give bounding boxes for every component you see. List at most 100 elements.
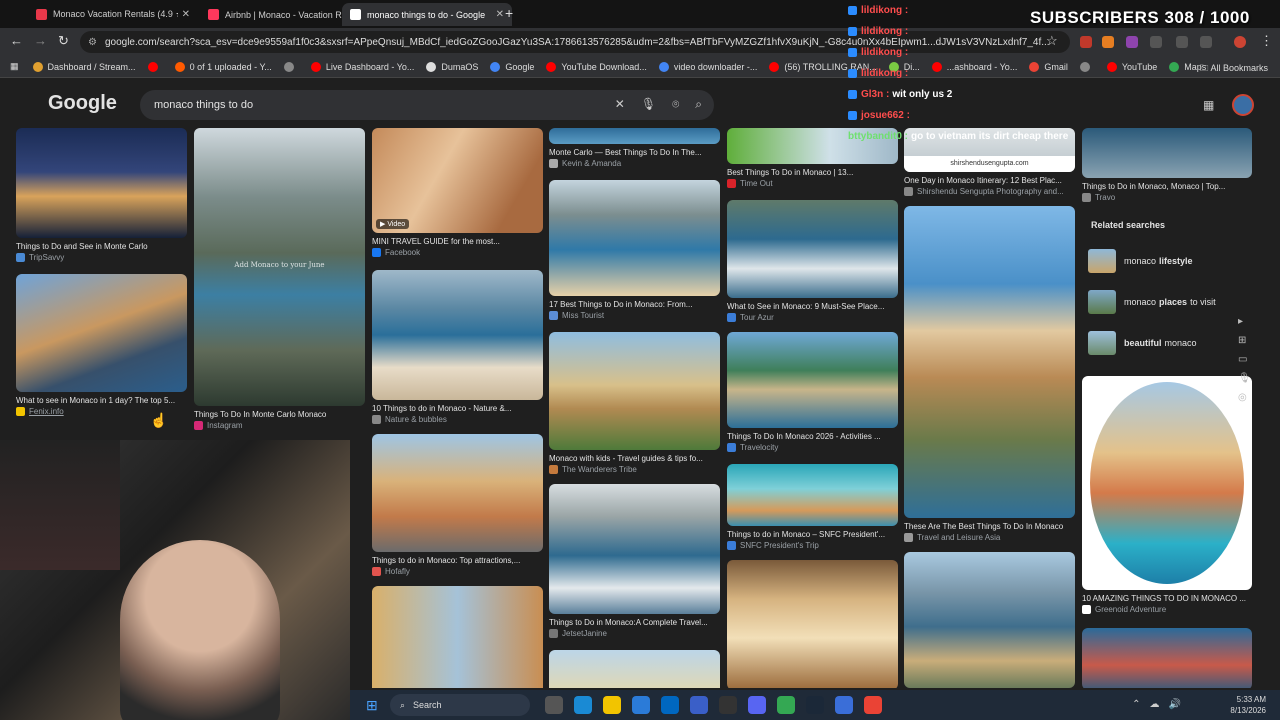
image-result[interactable]: These Are The Best Things To Do In Monac… xyxy=(904,206,1075,542)
camera-lens-icon[interactable]: ⌾ xyxy=(672,97,679,112)
close-icon[interactable]: ✕ xyxy=(182,9,190,20)
new-tab-button[interactable]: + xyxy=(505,5,513,21)
tab-google-search[interactable]: monaco things to do - Google ✕ xyxy=(342,3,512,26)
image-result[interactable]: 17 Best Things to Do in Monaco: From... … xyxy=(549,180,720,320)
image-result[interactable]: Monte Carlo — Best Things To Do In The..… xyxy=(549,128,720,168)
image-result[interactable] xyxy=(549,650,720,688)
google-logo[interactable]: Google xyxy=(48,92,117,115)
apps-grid-icon[interactable]: ▦ xyxy=(10,61,19,72)
bookmark-item[interactable] xyxy=(147,61,163,72)
image-result[interactable]: Add Monaco to your June Things To Do In … xyxy=(194,128,365,430)
chat-icon[interactable]: ▭ xyxy=(1238,354,1251,365)
result-title: MINI TRAVEL GUIDE for the most... xyxy=(372,237,500,246)
search-icon: ⌕ xyxy=(400,699,406,710)
app-icon[interactable] xyxy=(690,696,708,714)
result-source[interactable]: Time Out xyxy=(727,179,898,188)
steam-icon[interactable] xyxy=(806,696,824,714)
result-source[interactable]: Hofafly xyxy=(372,567,543,576)
image-result[interactable]: Things to Do and See in Monte Carlo Trip… xyxy=(16,128,187,262)
related-search-item[interactable]: monaco lifestyle xyxy=(1082,240,1252,281)
image-result[interactable] xyxy=(1082,628,1252,688)
search-input[interactable]: monaco things to do ✕ 🎙 ⌾ ⌕ xyxy=(140,90,714,120)
image-result[interactable]: What to see in Monaco in 1 day? The top … xyxy=(16,274,187,416)
forward-icon[interactable]: → xyxy=(34,33,47,48)
lens-icon[interactable]: ◎ xyxy=(1238,392,1251,403)
result-source[interactable]: Miss Tourist xyxy=(549,311,720,320)
source-favicon-icon xyxy=(727,179,736,188)
image-result[interactable]: Things To Do In Monaco 2026 - Activities… xyxy=(727,332,898,452)
image-result[interactable]: Monaco with kids - Travel guides & tips … xyxy=(549,332,720,474)
image-result[interactable]: Things to do in Monaco: Top attractions,… xyxy=(372,434,543,576)
result-source[interactable]: Nature & bubbles xyxy=(372,415,543,424)
account-avatar[interactable] xyxy=(1232,94,1254,116)
back-icon[interactable]: ← xyxy=(10,33,23,48)
image-result[interactable]: ▶ Video MINI TRAVEL GUIDE for the most..… xyxy=(372,128,543,257)
result-source[interactable]: The Wanderers Tribe xyxy=(549,465,720,474)
bookmark-item[interactable]: Google xyxy=(490,61,534,72)
result-source[interactable]: Travelocity xyxy=(727,443,898,452)
bookmark-item[interactable]: Live Dashboard - Yo... xyxy=(310,61,414,72)
search-icon[interactable]: ⌕ xyxy=(695,97,702,112)
result-source[interactable]: Shirshendu Sengupta Photography and... xyxy=(904,187,1075,196)
bookmark-item[interactable] xyxy=(283,61,299,72)
bookmark-item[interactable]: video downloader -... xyxy=(658,61,757,72)
result-source[interactable]: Kevin & Amanda xyxy=(549,159,720,168)
obs-icon[interactable] xyxy=(719,696,737,714)
profile-avatar-icon[interactable] xyxy=(1234,36,1246,48)
close-icon[interactable]: ✕ xyxy=(496,9,504,20)
image-result[interactable]: 10 Things to do in Monaco - Nature &... … xyxy=(372,270,543,424)
microphone-icon[interactable]: 🎙 xyxy=(641,97,656,112)
result-source[interactable]: Tour Azur xyxy=(727,313,898,322)
extension-icon[interactable] xyxy=(1150,36,1162,48)
image-result[interactable] xyxy=(372,586,543,688)
edge-icon[interactable] xyxy=(574,696,592,714)
clock[interactable]: 5:33 AM 8/13/2026 xyxy=(1230,694,1266,716)
related-search-item[interactable]: monaco places to visit xyxy=(1082,281,1252,322)
result-source[interactable]: Travel and Leisure Asia xyxy=(904,533,1075,542)
chrome-icon[interactable] xyxy=(777,696,795,714)
reload-icon[interactable]: ↻ xyxy=(58,33,69,49)
result-source[interactable]: Travo xyxy=(1082,193,1252,202)
menu-icon[interactable]: ⋮ xyxy=(1260,33,1273,49)
bookmark-item[interactable]: YouTube Download... xyxy=(546,61,647,72)
mail-icon[interactable] xyxy=(632,696,650,714)
system-tray[interactable]: ⌃☁🔊 xyxy=(1132,699,1190,710)
app-icon[interactable] xyxy=(835,696,853,714)
image-result[interactable]: Things to do in Monaco – SNFC President'… xyxy=(727,464,898,550)
task-view-icon[interactable] xyxy=(545,696,563,714)
discord-icon[interactable] xyxy=(748,696,766,714)
result-source[interactable]: TripSavvy xyxy=(16,253,187,262)
related-search-item[interactable]: beautiful monaco xyxy=(1082,322,1252,363)
bookmark-item[interactable]: YouTube xyxy=(1106,61,1157,72)
result-source[interactable]: JetsetJanine xyxy=(549,629,720,638)
image-result[interactable]: Things to Do in Monaco:A Complete Travel… xyxy=(549,484,720,638)
apps-grid-icon[interactable]: ▦ xyxy=(1203,98,1214,112)
file-explorer-icon[interactable] xyxy=(603,696,621,714)
result-source[interactable]: SNFC President's Trip xyxy=(727,541,898,550)
extension-icon[interactable] xyxy=(1176,36,1188,48)
result-source[interactable]: Facebook xyxy=(372,248,543,257)
store-icon[interactable] xyxy=(661,696,679,714)
bookmark-item[interactable]: DumaOS xyxy=(426,61,478,72)
bookmark-add-icon[interactable]: ⊞ xyxy=(1238,335,1251,346)
site-info-icon[interactable]: ⚙ xyxy=(88,37,97,48)
image-result[interactable]: What to See in Monaco: 9 Must-See Place.… xyxy=(727,200,898,322)
windows-start-icon[interactable]: ⊞ xyxy=(366,697,378,714)
arrow-icon[interactable]: ▸ xyxy=(1238,316,1251,327)
image-result[interactable] xyxy=(727,560,898,688)
image-result[interactable]: 10 AMAZING THINGS TO DO IN MONACO ... Gr… xyxy=(1082,376,1252,614)
chat-message: josue662 : xyxy=(848,105,1108,126)
bookmark-item[interactable]: Dashboard / Stream... xyxy=(32,61,136,72)
bookmark-item[interactable]: 0 of 1 uploaded - Y... xyxy=(174,61,272,72)
result-source[interactable]: Instagram xyxy=(194,421,365,430)
all-bookmarks-button[interactable]: 🗀 All Bookmarks xyxy=(1199,61,1268,77)
tab-monaco-vacation-rentals[interactable]: Monaco Vacation Rentals (4.9 ★ ✕ xyxy=(28,3,198,26)
taskbar-search[interactable]: ⌕ Search xyxy=(390,694,530,716)
puzzle-icon[interactable] xyxy=(1200,36,1212,48)
result-source[interactable]: Greenoid Adventure xyxy=(1082,605,1252,614)
chrome-icon[interactable] xyxy=(864,696,882,714)
extension-icon[interactable] xyxy=(1126,36,1138,48)
clear-icon[interactable]: ✕ xyxy=(615,97,625,112)
microphone-icon[interactable]: 🎙 xyxy=(1238,373,1251,384)
image-result[interactable] xyxy=(904,552,1075,688)
